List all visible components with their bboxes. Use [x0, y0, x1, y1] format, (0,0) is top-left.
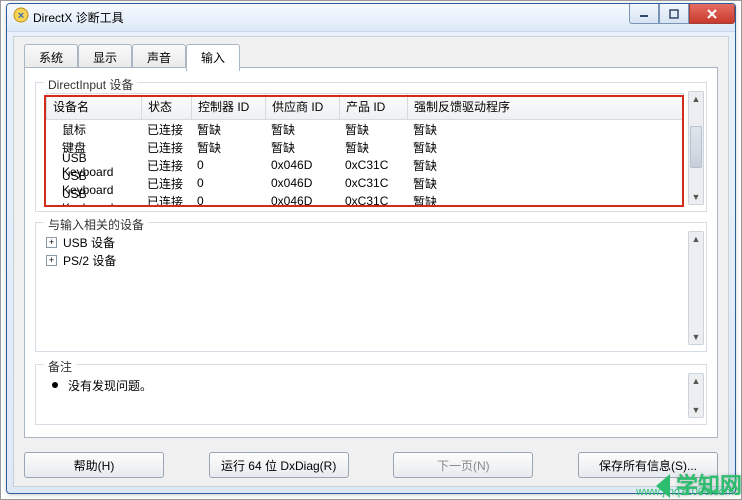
tab-input[interactable]: 输入 — [186, 44, 240, 71]
tab-strip: 系统 显示 声音 输入 — [14, 37, 728, 70]
tree-label: PS/2 设备 — [63, 252, 116, 269]
cell-status: 已连接 — [141, 120, 191, 139]
scroll-up-icon[interactable]: ▲ — [690, 232, 702, 246]
cell-vend: 暂缺 — [265, 120, 339, 139]
bullet-icon — [52, 382, 58, 388]
cell-name: USB Keyboard — [46, 186, 141, 205]
svg-text:×: × — [18, 10, 24, 22]
col-vendor-id[interactable]: 供应商 ID — [265, 93, 339, 120]
cell-ff: 暂缺 — [407, 174, 684, 193]
close-icon — [706, 8, 718, 20]
cell-ctrl: 0 — [191, 175, 265, 191]
col-ff-driver[interactable]: 强制反馈驱动程序 — [407, 93, 684, 120]
scroll-down-icon[interactable]: ▼ — [690, 190, 702, 204]
cell-prod: 暂缺 — [339, 138, 407, 157]
cell-vend: 暂缺 — [265, 138, 339, 157]
cell-vend: 0x046D — [265, 157, 339, 173]
cell-ff: 暂缺 — [407, 156, 684, 175]
window-frame: × DirectX 诊断工具 系统 显示 声音 输入 DirectInput 设… — [6, 3, 736, 494]
client-area: 系统 显示 声音 输入 DirectInput 设备 设备名 状态 控制器 ID… — [13, 36, 729, 487]
minimize-icon — [639, 9, 649, 19]
titlebar: × DirectX 诊断工具 — [7, 4, 735, 32]
cell-prod: 0xC31C — [339, 193, 407, 205]
cell-vend: 0x046D — [265, 175, 339, 191]
table-row[interactable]: 键盘已连接暂缺暂缺暂缺暂缺 — [46, 138, 684, 156]
cell-status: 已连接 — [141, 156, 191, 175]
cell-ctrl: 0 — [191, 157, 265, 173]
scrollbar[interactable]: ▲ ▼ — [688, 231, 704, 345]
maximize-icon — [669, 9, 679, 19]
tree-item-ps2[interactable]: + PS/2 设备 — [46, 251, 684, 269]
cell-ff: 暂缺 — [407, 138, 684, 157]
group-legend: 备注 — [44, 358, 76, 375]
group-legend: DirectInput 设备 — [44, 76, 137, 93]
run-64bit-dxdiag-button[interactable]: 运行 64 位 DxDiag(R) — [209, 452, 349, 478]
col-device-name[interactable]: 设备名 — [46, 93, 141, 120]
cell-name: 鼠标 — [46, 120, 141, 139]
scrollbar-thumb[interactable] — [690, 126, 702, 169]
window-title: DirectX 诊断工具 — [33, 9, 124, 26]
expand-icon[interactable]: + — [46, 237, 57, 248]
notes-text: 没有发现问题。 — [68, 377, 152, 394]
related-tree: + USB 设备 + PS/2 设备 — [46, 233, 684, 345]
tab-panel-input: DirectInput 设备 设备名 状态 控制器 ID 供应商 ID 产品 I… — [24, 67, 718, 438]
col-status[interactable]: 状态 — [141, 93, 191, 120]
notes-body: 没有发现问题。 — [46, 377, 684, 416]
app-icon: × — [13, 7, 29, 28]
cell-prod: 0xC31C — [339, 157, 407, 173]
table-row[interactable]: USB Keyboard已连接00x046D0xC31C暂缺 — [46, 192, 684, 205]
group-directinput-devices: DirectInput 设备 设备名 状态 控制器 ID 供应商 ID 产品 I… — [35, 82, 707, 212]
cell-status: 已连接 — [141, 174, 191, 193]
maximize-button[interactable] — [659, 4, 689, 24]
scrollbar[interactable]: ▲ ▼ — [688, 91, 704, 205]
cell-ff: 暂缺 — [407, 192, 684, 206]
cell-status: 已连接 — [141, 138, 191, 157]
table-row[interactable]: USB Keyboard已连接00x046D0xC31C暂缺 — [46, 156, 684, 174]
table-row[interactable]: USB Keyboard已连接00x046D0xC31C暂缺 — [46, 174, 684, 192]
group-related-devices: 与输入相关的设备 + USB 设备 + PS/2 设备 ▲ ▼ — [35, 222, 707, 352]
close-button[interactable] — [689, 4, 735, 24]
cell-prod: 0xC31C — [339, 175, 407, 191]
button-row: 帮助(H) 运行 64 位 DxDiag(R) 下一页(N) 保存所有信息(S)… — [24, 452, 718, 478]
table-header-row: 设备名 状态 控制器 ID 供应商 ID 产品 ID 强制反馈驱动程序 — [46, 93, 684, 120]
scroll-up-icon[interactable]: ▲ — [690, 374, 702, 388]
tree-item-usb[interactable]: + USB 设备 — [46, 233, 684, 251]
cell-vend: 0x046D — [265, 193, 339, 205]
scroll-down-icon[interactable]: ▼ — [690, 330, 702, 344]
expand-icon[interactable]: + — [46, 255, 57, 266]
col-product-id[interactable]: 产品 ID — [339, 93, 407, 120]
watermark-url: www.jmqz1000.com — [636, 486, 734, 498]
scroll-down-icon[interactable]: ▼ — [690, 403, 702, 417]
minimize-button[interactable] — [629, 4, 659, 24]
cell-ctrl: 0 — [191, 193, 265, 205]
group-legend: 与输入相关的设备 — [44, 216, 148, 233]
next-page-button[interactable]: 下一页(N) — [393, 452, 533, 478]
group-notes: 备注 没有发现问题。 ▲ ▼ — [35, 364, 707, 425]
help-button[interactable]: 帮助(H) — [24, 452, 164, 478]
device-table: 设备名 状态 控制器 ID 供应商 ID 产品 ID 强制反馈驱动程序 鼠标已连… — [46, 93, 684, 205]
table-row[interactable]: 鼠标已连接暂缺暂缺暂缺暂缺 — [46, 120, 684, 138]
cell-ctrl: 暂缺 — [191, 120, 265, 139]
scroll-up-icon[interactable]: ▲ — [690, 92, 702, 106]
cell-ff: 暂缺 — [407, 120, 684, 139]
cell-prod: 暂缺 — [339, 120, 407, 139]
scrollbar[interactable]: ▲ ▼ — [688, 373, 704, 418]
tree-label: USB 设备 — [63, 234, 115, 251]
cell-ctrl: 暂缺 — [191, 138, 265, 157]
col-controller-id[interactable]: 控制器 ID — [191, 93, 265, 120]
cell-status: 已连接 — [141, 192, 191, 206]
